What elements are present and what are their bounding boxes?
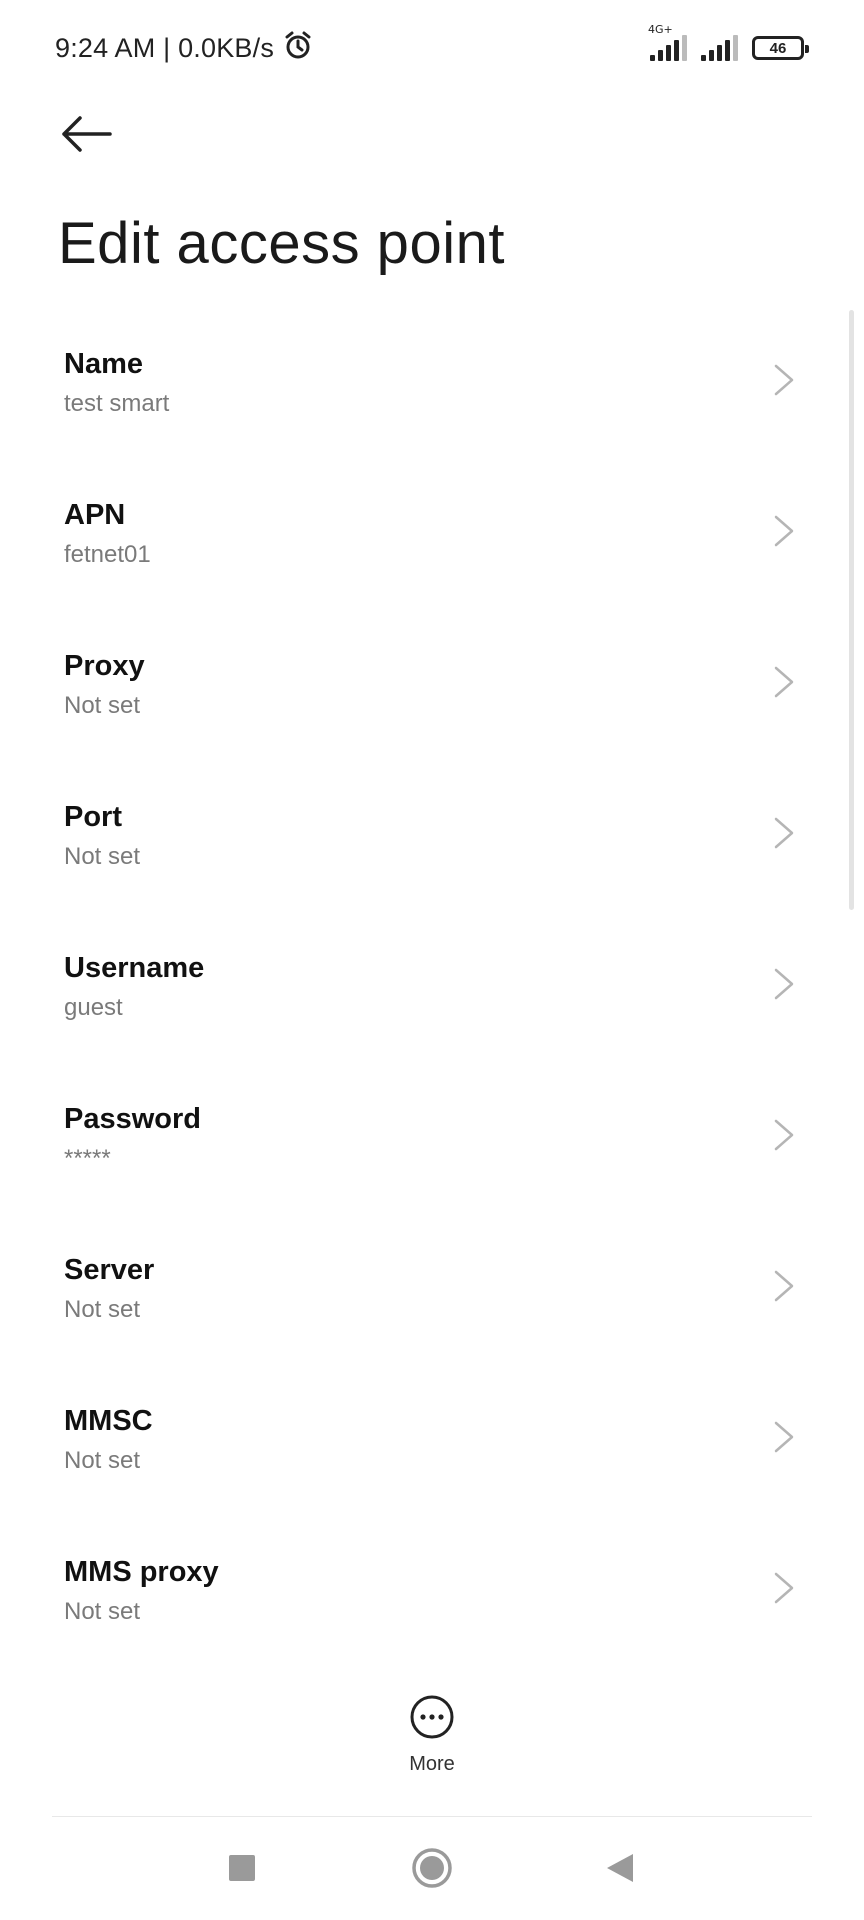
- row-label: MMS proxy: [64, 1556, 219, 1588]
- recent-apps-button[interactable]: [202, 1830, 282, 1910]
- row-label: Name: [64, 348, 143, 380]
- apn-row-mmsc[interactable]: MMSC Not set: [0, 1385, 864, 1536]
- chevron-right-icon: [774, 666, 794, 698]
- recent-apps-icon: [228, 1854, 256, 1887]
- apn-row-server[interactable]: Server Not set: [0, 1234, 864, 1385]
- row-label: Username: [64, 952, 205, 984]
- arrow-left-icon: [58, 114, 114, 159]
- row-label: APN: [64, 499, 126, 531]
- row-label: Proxy: [64, 650, 145, 682]
- battery-icon: 46: [752, 36, 809, 60]
- apn-row-username[interactable]: Username guest: [0, 932, 864, 1083]
- apn-settings-list: Name test smart APN fetnet01 Proxy Not s…: [0, 328, 864, 1687]
- apn-row-apn[interactable]: APN fetnet01: [0, 479, 864, 630]
- alarm-icon: [282, 29, 314, 68]
- more-label: More: [409, 1753, 455, 1775]
- row-value: Not set: [64, 843, 141, 870]
- row-label: Password: [64, 1103, 201, 1135]
- battery-level: 46: [769, 39, 787, 57]
- row-value: Not set: [64, 692, 141, 719]
- row-value: fetnet01: [64, 541, 151, 568]
- back-button[interactable]: [58, 108, 130, 164]
- row-value: *****: [64, 1145, 111, 1172]
- screen: 9:24 AM | 0.0KB/s 4G+ 46 Edit access poi…: [0, 0, 864, 1920]
- back-triangle-icon: [605, 1852, 635, 1889]
- row-label: Port: [64, 801, 122, 833]
- row-value: Not set: [64, 1598, 141, 1625]
- home-button[interactable]: [392, 1830, 472, 1910]
- signal-icon: [701, 35, 738, 61]
- row-value: test smart: [64, 390, 170, 417]
- home-icon: [410, 1846, 454, 1895]
- chevron-right-icon: [774, 1572, 794, 1604]
- row-label: MMSC: [64, 1405, 153, 1437]
- apn-row-proxy[interactable]: Proxy Not set: [0, 630, 864, 781]
- chevron-right-icon: [774, 1270, 794, 1302]
- apn-row-port[interactable]: Port Not set: [0, 781, 864, 932]
- status-left: 9:24 AM | 0.0KB/s: [55, 30, 314, 66]
- network-type: 4G+: [648, 23, 673, 36]
- status-time: 9:24 AM | 0.0KB/s: [55, 32, 275, 63]
- nav-back-button[interactable]: [580, 1830, 660, 1910]
- row-value: Not set: [64, 1447, 141, 1474]
- apn-row-mms-proxy[interactable]: MMS proxy Not set: [0, 1536, 864, 1687]
- apn-row-password[interactable]: Password *****: [0, 1083, 864, 1234]
- chevron-right-icon: [774, 364, 794, 396]
- chevron-right-icon: [774, 1119, 794, 1151]
- chevron-right-icon: [774, 968, 794, 1000]
- chevron-right-icon: [774, 515, 794, 547]
- apn-row-name[interactable]: Name test smart: [0, 328, 864, 479]
- chevron-right-icon: [774, 1421, 794, 1453]
- navigation-bar: [0, 1830, 864, 1920]
- more-dots-icon: [409, 1694, 455, 1745]
- row-value: guest: [64, 994, 123, 1021]
- page-title: Edit access point: [58, 211, 505, 276]
- signal-4g-icon: 4G+: [648, 23, 687, 61]
- chevron-right-icon: [774, 817, 794, 849]
- nav-divider: [52, 1816, 812, 1817]
- status-bar: 9:24 AM | 0.0KB/s 4G+ 46: [0, 0, 864, 96]
- status-right: 4G+ 46: [648, 23, 809, 68]
- row-label: Server: [64, 1254, 155, 1286]
- row-value: Not set: [64, 1296, 141, 1323]
- more-button[interactable]: More: [382, 1694, 482, 1780]
